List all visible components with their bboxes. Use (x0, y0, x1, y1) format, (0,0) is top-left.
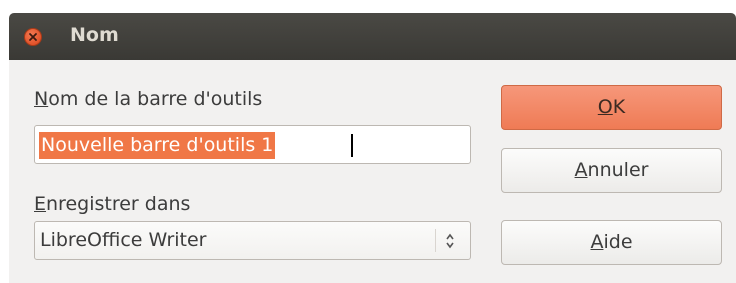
toolbar-name-input[interactable]: Nouvelle barre d'outils 1 (34, 125, 471, 164)
ok-mnemonic: O (597, 96, 613, 118)
dialog-window: Nom Nom de la barre d'outils Nouvelle ba… (9, 13, 736, 283)
text-caret (351, 134, 353, 157)
toolbar-name-label: Nom de la barre d'outils (34, 88, 262, 110)
help-label: ide (603, 231, 633, 253)
ok-label: K (612, 96, 626, 118)
select-separator (435, 229, 436, 252)
toolbar-name-value: Nouvelle barre d'outils 1 (39, 132, 276, 159)
ok-button[interactable]: OK (501, 85, 722, 130)
spinner-arrows-icon (446, 233, 454, 249)
title-bar: Nom (9, 13, 736, 60)
help-mnemonic: A (590, 231, 604, 253)
save-in-selected-value: LibreOffice Writer (40, 229, 207, 251)
cancel-label: nnuler (587, 159, 649, 181)
dialog-title: Nom (70, 24, 119, 46)
help-button[interactable]: Aide (501, 220, 722, 265)
cancel-button[interactable]: Annuler (501, 148, 722, 193)
save-in-label-mnemonic: E (34, 193, 47, 215)
save-in-select[interactable]: LibreOffice Writer (34, 221, 471, 260)
close-icon (29, 33, 37, 41)
save-in-label: Enregistrer dans (34, 193, 190, 215)
toolbar-name-label-mnemonic: N (34, 88, 49, 110)
close-button[interactable] (24, 28, 42, 46)
save-in-label-text: nregistrer dans (46, 193, 191, 215)
cancel-mnemonic: A (574, 159, 588, 181)
toolbar-name-label-text: om de la barre d'outils (48, 88, 263, 110)
